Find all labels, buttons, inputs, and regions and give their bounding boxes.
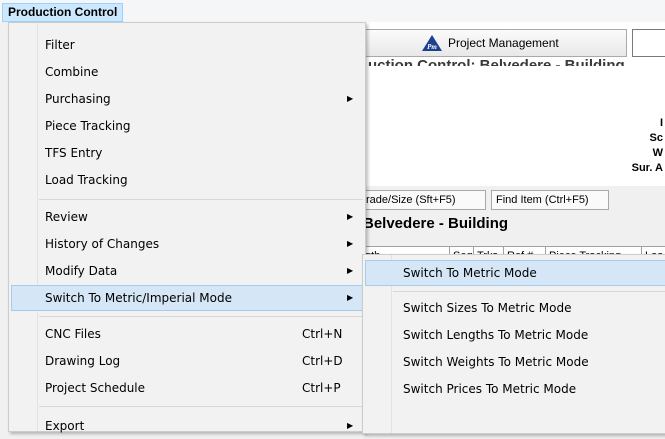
menu-bar: Production Control <box>0 0 665 22</box>
submenu-item-lengths-metric[interactable]: Switch Lengths To Metric Mode <box>365 322 665 348</box>
production-control-menu: Filter Combine Purchasing ▶ Piece Trackin… <box>8 22 366 433</box>
submenu-item-switch-to-metric[interactable]: Switch To Metric Mode <box>365 260 665 286</box>
menu-item-modify-data[interactable]: Modify Data ▶ <box>11 258 363 284</box>
menu-item-filter[interactable]: Filter <box>11 32 363 58</box>
menu-item-label: Filter <box>45 38 75 52</box>
menu-item-project-schedule[interactable]: Project Schedule Ctrl+P <box>11 375 363 401</box>
menu-item-combine[interactable]: Combine <box>11 59 363 85</box>
logo-text: Pm <box>427 43 437 51</box>
project-management-logo-icon: Pm <box>422 35 442 51</box>
menu-item-export[interactable]: Export ▶ <box>11 413 363 439</box>
menu-separator <box>39 199 363 200</box>
info-line: I <box>659 117 663 129</box>
menu-item-tfs-entry[interactable]: TFS Entry <box>11 140 363 166</box>
menu-item-label: Combine <box>45 65 99 79</box>
menu-item-label: CNC Files <box>45 327 101 341</box>
info-panel: I Sc W Sur. A <box>340 66 665 186</box>
menu-item-label: Switch To Metric/Imperial Mode <box>45 291 232 305</box>
submenu-arrow-icon: ▶ <box>347 293 354 302</box>
window-title-partial: uction Control: Belvedere - Building <box>368 51 665 67</box>
menu-item-label: Purchasing <box>45 92 111 106</box>
info-labels: I Sc W Sur. A <box>632 116 663 176</box>
info-line: Sc <box>649 132 663 144</box>
menu-item-label: Export <box>45 419 85 433</box>
info-line: Sur. A <box>631 162 663 174</box>
menu-item-load-tracking[interactable]: Load Tracking <box>11 167 363 193</box>
menu-separator <box>393 291 665 292</box>
submenu-arrow-icon: ▶ <box>347 421 354 430</box>
menu-item-purchasing[interactable]: Purchasing ▶ <box>11 86 363 112</box>
submenu-item-sizes-metric[interactable]: Switch Sizes To Metric Mode <box>365 295 665 321</box>
info-line: W <box>652 147 663 159</box>
menu-item-review[interactable]: Review ▶ <box>11 204 363 230</box>
menu-item-label: Review <box>45 210 88 224</box>
menu-item-label: Project Schedule <box>45 381 146 395</box>
shortcut-label: Ctrl+P <box>302 381 341 395</box>
menu-item-label: Piece Tracking <box>45 119 131 133</box>
menu-item-switch-metric-imperial[interactable]: Switch To Metric/Imperial Mode ▶ <box>11 285 363 311</box>
menu-item-drawing-log[interactable]: Drawing Log Ctrl+D <box>11 348 363 374</box>
submenu-arrow-icon: ▶ <box>347 266 354 275</box>
submenu-arrow-icon: ▶ <box>347 212 354 221</box>
menu-item-label: Load Tracking <box>45 173 128 187</box>
menu-separator <box>39 406 363 407</box>
submenu-arrow-icon: ▶ <box>347 94 354 103</box>
menu-item-cnc-files[interactable]: CNC Files Ctrl+N <box>11 321 363 347</box>
menu-separator <box>39 316 363 317</box>
building-label: Belvedere - Building <box>363 215 509 232</box>
shortcut-label: Ctrl+D <box>302 354 343 368</box>
menu-item-label: History of Changes <box>45 237 160 251</box>
find-item-button[interactable]: Find Item (Ctrl+F5) <box>491 190 609 210</box>
menu-item-label: Drawing Log <box>45 354 121 368</box>
grade-size-button[interactable]: rade/Size (Sft+F5) <box>362 190 486 210</box>
metric-mode-submenu: Switch To Metric Mode Switch Sizes To Me… <box>362 254 665 434</box>
submenu-item-prices-metric[interactable]: Switch Prices To Metric Mode <box>365 376 665 402</box>
menu-item-label: Modify Data <box>45 264 118 278</box>
submenu-arrow-icon: ▶ <box>347 239 354 248</box>
shortcut-label: Ctrl+N <box>302 327 343 341</box>
menu-item-history-of-changes[interactable]: History of Changes ▶ <box>11 231 363 257</box>
project-management-label: Project Management <box>448 36 559 50</box>
menu-production-control[interactable]: Production Control <box>2 3 124 22</box>
menu-item-piece-tracking[interactable]: Piece Tracking <box>11 113 363 139</box>
menu-item-label: TFS Entry <box>45 146 103 160</box>
submenu-item-weights-metric[interactable]: Switch Weights To Metric Mode <box>365 349 665 375</box>
